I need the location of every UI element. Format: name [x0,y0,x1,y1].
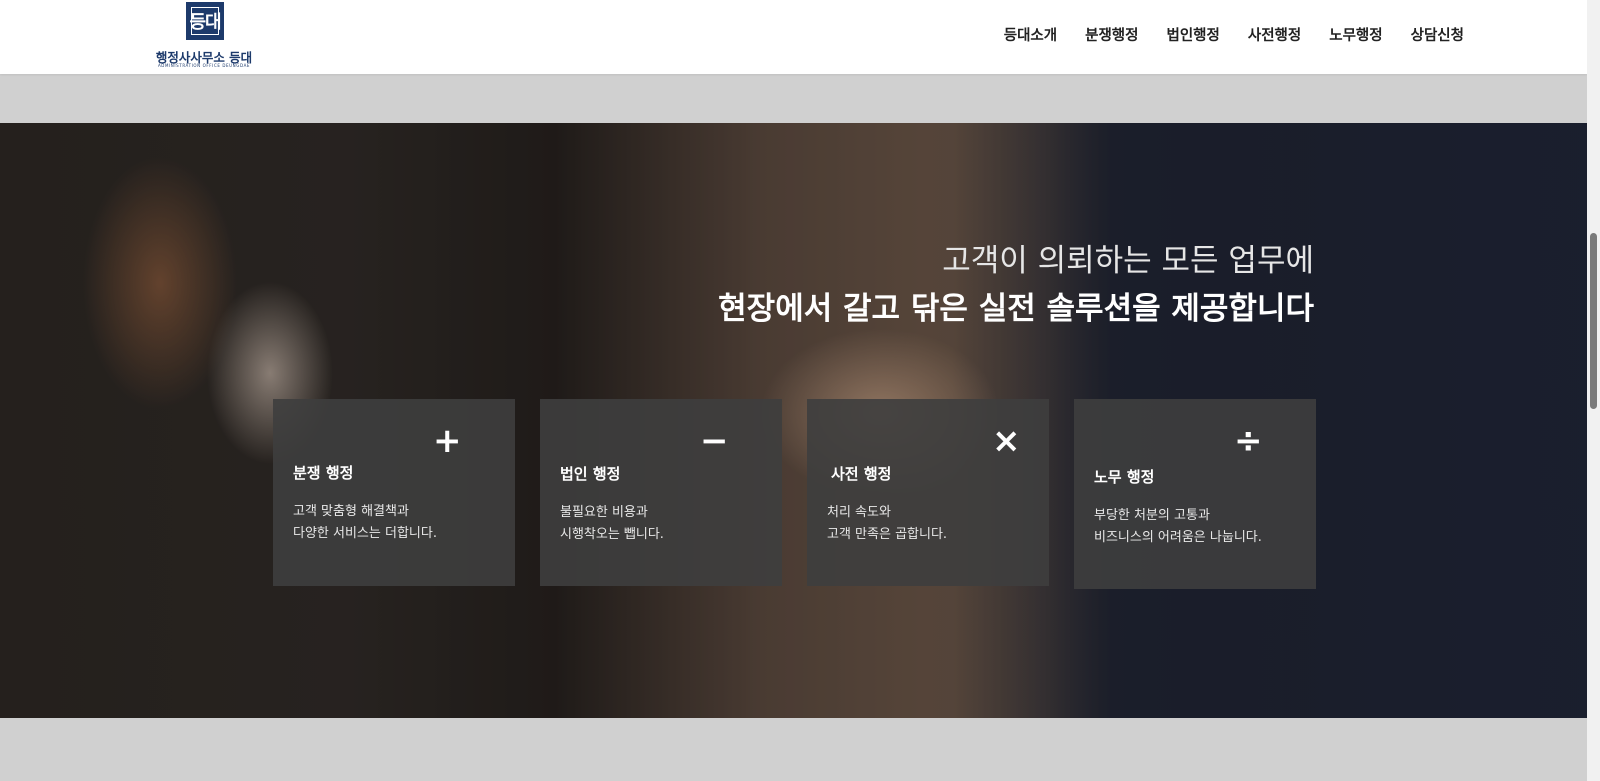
site-header: 등대 행정사사무소 등대 ADMINISTRATION OFFICE DEUNG… [0,0,1587,74]
service-card-corporate[interactable]: − 법인 행정 불필요한 비용과 시행착오는 뺍니다. [540,399,782,586]
nav-item-corporate[interactable]: 법인행정 [1167,24,1220,45]
main-nav: 등대소개 분쟁행정 법인행정 사전행정 노무행정 상담신청 [976,24,1464,45]
brand-subtitle: ADMINISTRATION OFFICE DEUNGDAE [157,63,251,68]
card-desc-line2: 시행착오는 뺍니다. [560,527,664,542]
hero-section: 고객이 의뢰하는 모든 업무에 현장에서 갈고 닦은 실전 솔루션을 제공합니다… [0,123,1587,718]
nav-item-dispute[interactable]: 분쟁행정 [1085,24,1138,45]
page-scrollbar[interactable] [1587,0,1600,781]
card-title: 분쟁 행정 [293,464,354,482]
divide-icon: ÷ [1234,421,1263,461]
nav-item-consultation[interactable]: 상담신청 [1411,24,1464,45]
minus-icon: − [700,421,729,461]
service-card-preliminary[interactable]: × 사전 행정 처리 속도와 고객 만족은 곱합니다. [807,399,1049,586]
logo-mark-icon: 등대 [186,2,224,40]
card-title: 노무 행정 [1094,468,1155,486]
scrollbar-thumb[interactable] [1590,233,1597,409]
hero-tagline: 고객이 의뢰하는 모든 업무에 [942,243,1314,279]
card-title: 사전 행정 [831,465,892,483]
card-desc-line2: 다양한 서비스는 더합니다. [293,526,437,541]
service-card-dispute[interactable]: + 분쟁 행정 고객 맞춤형 해결책과 다양한 서비스는 더합니다. [273,399,515,586]
card-desc-line2: 비즈니스의 어려움은 나눕니다. [1094,530,1262,545]
card-title: 법인 행정 [560,465,621,483]
nav-item-preliminary[interactable]: 사전행정 [1248,24,1301,45]
multiply-icon: × [992,421,1021,461]
nav-item-labor[interactable]: 노무행정 [1329,24,1382,45]
nav-item-about[interactable]: 등대소개 [1004,24,1057,45]
card-desc-line1: 불필요한 비용과 [560,505,648,520]
card-desc-line2: 고객 만족은 곱합니다. [827,527,948,542]
card-desc-line1: 부당한 처분의 고통과 [1094,508,1210,523]
service-card-labor[interactable]: ÷ 노무 행정 부당한 처분의 고통과 비즈니스의 어려움은 나눕니다. [1074,399,1316,589]
hero-background-image [0,123,1587,718]
brand-logo[interactable]: 등대 행정사사무소 등대 ADMINISTRATION OFFICE DEUNG… [152,2,256,70]
hero-headline: 현장에서 갈고 닦은 실전 솔루션을 제공합니다 [718,291,1314,327]
card-desc-line1: 고객 맞춤형 해결책과 [293,504,409,519]
logo-glyph: 등대 [189,12,221,33]
plus-icon: + [433,421,462,461]
card-desc-line1: 처리 속도와 [827,505,891,520]
